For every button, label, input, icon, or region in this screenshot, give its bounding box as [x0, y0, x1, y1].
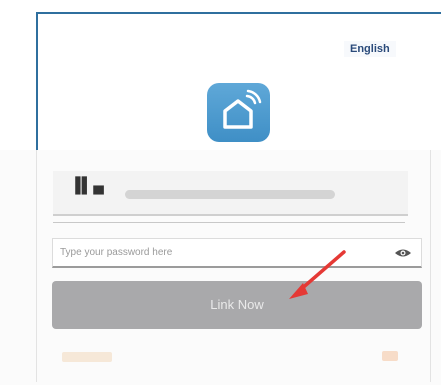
wifi-setup-screen: English ▐▌▄ Link Now: [0, 0, 441, 385]
red-arrow-annotation: [289, 250, 346, 299]
footer-action-blurred[interactable]: [382, 351, 399, 361]
footer-link-blurred[interactable]: [62, 352, 113, 362]
